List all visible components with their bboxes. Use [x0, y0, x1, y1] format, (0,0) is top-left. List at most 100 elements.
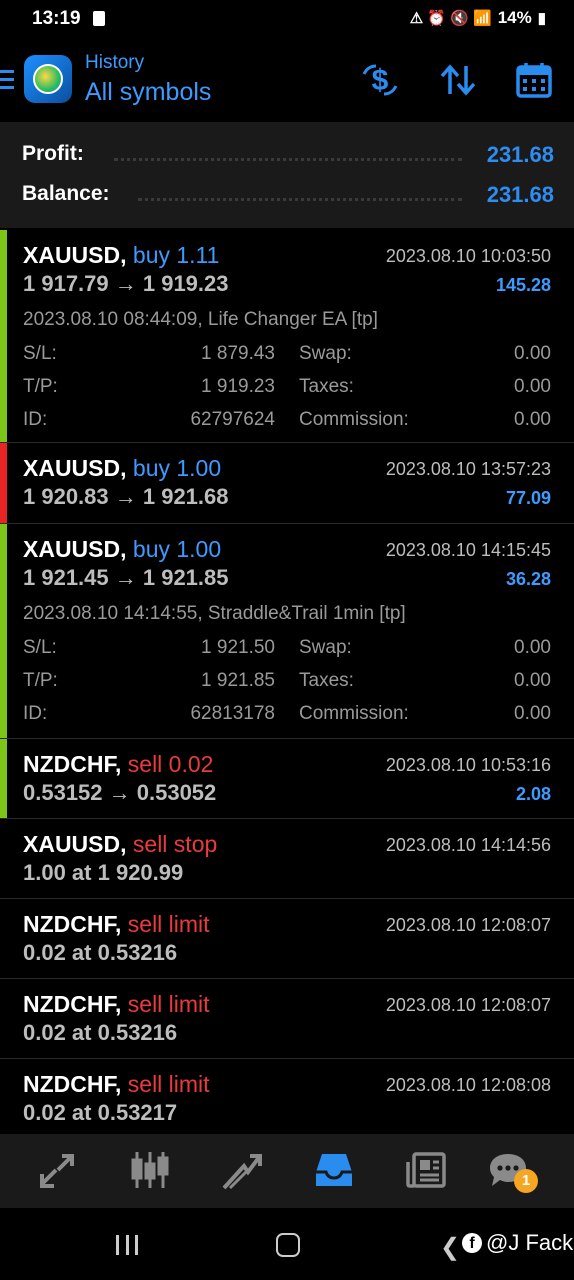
close-time: 2023.08.10 14:15:45	[385, 540, 551, 560]
swap-value: 0.00	[514, 343, 551, 364]
commission-label: Commission:	[299, 409, 409, 430]
order-time: 2023.08.10 12:08:07	[385, 915, 551, 935]
profit-indicator	[0, 230, 7, 442]
sl-label: S/L:	[23, 637, 57, 658]
menu-icon[interactable]	[0, 70, 14, 92]
taxes-value: 0.00	[514, 376, 551, 397]
position-row[interactable]: NZDCHF, sell 0.02 0.53152 → 0.53052 2023…	[0, 739, 574, 819]
home-button[interactable]	[276, 1233, 300, 1257]
battery-icon: ▮	[537, 10, 546, 27]
swap-label: Swap:	[299, 343, 352, 364]
trade-type: sell 0.02	[127, 751, 214, 777]
balance-value: 231.68	[486, 182, 554, 207]
tp-value: 1 919.23	[201, 376, 275, 397]
price-range: 1 920.83 → 1 921.68	[23, 484, 229, 509]
facebook-icon: f	[462, 1233, 482, 1253]
page-title[interactable]: All symbols	[85, 78, 211, 107]
currency-icon[interactable]: $	[360, 60, 400, 100]
id-value: 62813178	[190, 703, 275, 724]
symbol: NZDCHF,	[23, 751, 122, 777]
profit-indicator	[0, 524, 7, 738]
symbol: XAUUSD,	[23, 831, 127, 857]
id-label: ID:	[23, 409, 48, 430]
order-row[interactable]: NZDCHF, sell limit 0.02 at 0.53216 2023.…	[0, 899, 574, 979]
symbol: XAUUSD,	[23, 242, 127, 268]
sl-label: S/L:	[23, 343, 57, 364]
order-price: 0.02 at 0.53217	[23, 1100, 178, 1125]
price-range: 1 917.79 → 1 919.23	[23, 271, 229, 296]
order-type: sell limit	[127, 1071, 210, 1097]
commission-value: 0.00	[514, 409, 551, 430]
chat-badge: 1	[514, 1169, 538, 1193]
id-label: ID:	[23, 703, 48, 724]
price-range: 0.53152 → 0.53052	[23, 780, 217, 805]
close-time: 2023.08.10 13:57:23	[385, 459, 551, 479]
order-price: 0.02 at 0.53216	[23, 940, 178, 965]
status-bar: 13:19 ⚠ ⏰ 🔇 📶 14% ▮	[0, 0, 574, 40]
trade-profit: 2.08	[515, 784, 551, 804]
order-row[interactable]: NZDCHF, sell limit 0.02 at 0.53216 2023.…	[0, 979, 574, 1059]
symbol: XAUUSD,	[23, 536, 127, 562]
dotted-leader	[114, 158, 462, 164]
symbol: XAUUSD,	[23, 455, 127, 481]
close-time: 2023.08.10 10:53:16	[385, 755, 551, 775]
status-time: 13:19	[32, 8, 81, 29]
position-row[interactable]: XAUUSD, buy 1.11 1 917.79 → 1 919.23 202…	[0, 230, 574, 443]
recent-apps-button[interactable]	[116, 1235, 138, 1255]
profit-indicator	[0, 739, 7, 818]
position-row[interactable]: XAUUSD, buy 1.00 1 920.83 → 1 921.68 202…	[0, 443, 574, 524]
profit-row: Profit: 231.68	[0, 136, 574, 176]
news-icon[interactable]	[404, 1148, 448, 1192]
profit-label: Profit:	[22, 142, 84, 165]
history-icon[interactable]	[312, 1148, 356, 1192]
trade-type: buy 1.11	[132, 242, 220, 268]
trade-type: buy 1.00	[132, 536, 222, 562]
taxes-label: Taxes:	[299, 670, 354, 691]
back-button[interactable]: ❮	[440, 1233, 460, 1262]
bottom-nav	[0, 1134, 574, 1208]
sort-icon[interactable]	[438, 60, 478, 100]
close-time: 2023.08.10 10:03:50	[385, 246, 551, 266]
balance-label: Balance:	[22, 182, 110, 205]
watermark-text: @J Fack	[486, 1230, 574, 1255]
trade-icon[interactable]	[220, 1148, 264, 1192]
order-time: 2023.08.10 12:08:07	[385, 995, 551, 1015]
swap-label: Swap:	[299, 637, 352, 658]
trade-comment: 2023.08.10 08:44:09, Life Changer EA [tp…	[23, 309, 378, 330]
svg-text:$: $	[372, 64, 389, 97]
symbol: NZDCHF,	[23, 911, 122, 937]
commission-label: Commission:	[299, 703, 409, 724]
taxes-value: 0.00	[514, 670, 551, 691]
calendar-icon[interactable]	[514, 60, 554, 100]
summary-panel: Profit: 231.68 Balance: 231.68	[0, 122, 574, 228]
quotes-icon[interactable]	[36, 1148, 80, 1192]
loss-indicator	[0, 443, 7, 523]
app-logo	[24, 55, 72, 103]
watermark: f @J Fack	[462, 1230, 573, 1256]
taxes-label: Taxes:	[299, 376, 354, 397]
order-type: sell limit	[127, 991, 210, 1017]
position-row[interactable]: XAUUSD, buy 1.00 1 921.45 → 1 921.85 202…	[0, 524, 574, 739]
tp-label: T/P:	[23, 376, 58, 397]
chart-icon[interactable]	[128, 1148, 172, 1192]
order-time: 2023.08.10 14:14:56	[385, 835, 551, 855]
order-price: 0.02 at 0.53216	[23, 1020, 178, 1045]
notification-icons: ⚠ ⏰ 🔇 📶	[409, 10, 492, 27]
id-value: 62797624	[190, 409, 275, 430]
sim-icon	[93, 11, 105, 26]
trade-profit: 36.28	[505, 569, 551, 589]
balance-row: Balance: 231.68	[0, 176, 574, 216]
tp-value: 1 921.85	[201, 670, 275, 691]
order-row[interactable]: NZDCHF, sell limit 0.02 at 0.53217 2023.…	[0, 1059, 574, 1134]
order-price: 1.00 at 1 920.99	[23, 860, 184, 885]
page-subtitle: History	[85, 52, 145, 73]
swap-value: 0.00	[514, 637, 551, 658]
trade-comment: 2023.08.10 14:14:55, Straddle&Trail 1min…	[23, 603, 406, 624]
battery-percent: 14%	[497, 8, 532, 27]
sl-value: 1 879.43	[201, 343, 275, 364]
sl-value: 1 921.50	[201, 637, 275, 658]
symbol: NZDCHF,	[23, 1071, 122, 1097]
symbol: NZDCHF,	[23, 991, 122, 1017]
trade-profit: 145.28	[495, 275, 551, 295]
order-row[interactable]: XAUUSD, sell stop 1.00 at 1 920.99 2023.…	[0, 819, 574, 899]
